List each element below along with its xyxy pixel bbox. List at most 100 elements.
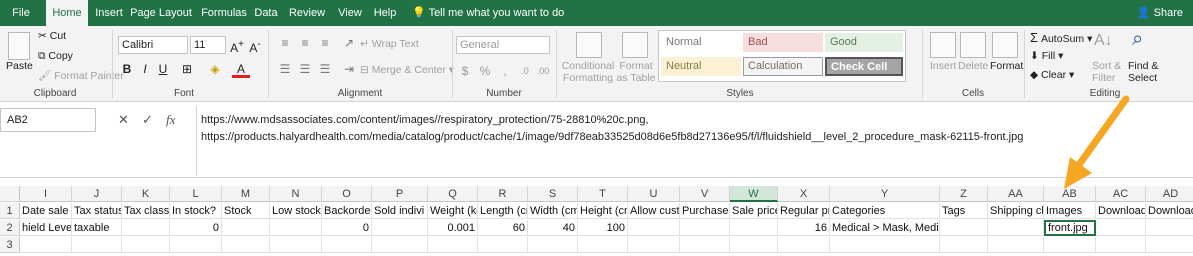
autosum-button[interactable]: Σ AutoSum ▾ <box>1030 30 1092 45</box>
column-header-m[interactable]: M <box>222 186 270 202</box>
cell-aa1[interactable]: Shipping cl <box>988 203 1044 219</box>
column-header-y[interactable]: Y <box>830 186 940 202</box>
column-header-i[interactable]: I <box>20 186 72 202</box>
tab-insert[interactable]: Insert <box>90 0 128 26</box>
cell-ad3[interactable] <box>1146 237 1193 253</box>
cell-q3[interactable] <box>428 237 478 253</box>
cell-y2[interactable]: Medical > Mask, Medical <box>830 220 940 236</box>
currency-icon[interactable]: $ <box>456 62 474 80</box>
cell-o1[interactable]: Backorder <box>322 203 372 219</box>
cell-u2[interactable] <box>628 220 680 236</box>
cell-s2[interactable]: 40 <box>528 220 578 236</box>
cell-ac1[interactable]: Download <box>1096 203 1146 219</box>
cell-ad2[interactable] <box>1146 220 1193 236</box>
conditional-formatting-icon[interactable] <box>576 32 602 58</box>
cell-ad1[interactable]: Download <box>1146 203 1193 219</box>
row-header-3[interactable]: 3 <box>0 237 20 253</box>
underline-button[interactable]: U <box>154 60 172 78</box>
formula-input[interactable]: https://www.mdsassociates.com/content/im… <box>196 106 1186 176</box>
insert-cells-button[interactable]: Insert <box>930 60 956 72</box>
cell-z2[interactable] <box>940 220 988 236</box>
column-header-v[interactable]: V <box>680 186 730 202</box>
cell-p3[interactable] <box>372 237 428 253</box>
cell-u3[interactable] <box>628 237 680 253</box>
select-all-corner[interactable] <box>0 186 20 202</box>
cell-r1[interactable]: Length (cm <box>478 203 528 219</box>
increase-decimal-icon[interactable]: .0 <box>516 62 534 80</box>
conditional-formatting-button[interactable]: Conditional Formatting <box>560 60 616 84</box>
style-calculation[interactable]: Calculation <box>743 57 823 76</box>
increase-font-icon[interactable]: A+ <box>228 36 246 55</box>
cell-w3[interactable] <box>730 237 778 253</box>
orientation-icon[interactable]: ↗ <box>340 34 358 52</box>
cell-v2[interactable] <box>680 220 730 236</box>
cell-ab1[interactable]: Images <box>1044 203 1096 219</box>
borders-icon[interactable]: ⊞ <box>178 60 196 78</box>
italic-button[interactable]: I <box>136 60 154 78</box>
tab-formulas[interactable]: Formulas <box>195 0 253 26</box>
decrease-font-icon[interactable]: A- <box>246 36 264 55</box>
cell-p2[interactable] <box>372 220 428 236</box>
column-header-o[interactable]: O <box>322 186 372 202</box>
tell-me-search[interactable]: 💡 Tell me what you want to do <box>412 0 564 26</box>
cell-t2[interactable]: 100 <box>578 220 628 236</box>
column-header-s[interactable]: S <box>528 186 578 202</box>
name-box[interactable]: AB2 <box>0 108 96 132</box>
cell-r2[interactable]: 60 <box>478 220 528 236</box>
cell-z1[interactable]: Tags <box>940 203 988 219</box>
sort-filter-button[interactable]: Sort & Filter <box>1092 60 1126 84</box>
column-header-n[interactable]: N <box>270 186 322 202</box>
cell-s1[interactable]: Width (cm <box>528 203 578 219</box>
cell-y1[interactable]: Categories <box>830 203 940 219</box>
cell-n3[interactable] <box>270 237 322 253</box>
comma-icon[interactable]: , <box>496 62 514 80</box>
cell-x1[interactable]: Regular pr <box>778 203 830 219</box>
column-header-t[interactable]: T <box>578 186 628 202</box>
fill-color-icon[interactable]: ◈ <box>206 60 224 78</box>
column-header-w[interactable]: W <box>730 186 778 202</box>
style-check-cell[interactable]: Check Cell <box>825 57 903 76</box>
format-as-table-button[interactable]: Format as Table <box>614 60 658 84</box>
cut-button[interactable]: ✂ Cut <box>38 30 66 42</box>
cell-ac2[interactable] <box>1096 220 1146 236</box>
cell-l1[interactable]: In stock? <box>170 203 222 219</box>
cell-i2[interactable]: hield Level <box>20 220 72 236</box>
delete-cells-button[interactable]: Delete <box>958 60 988 72</box>
column-header-p[interactable]: P <box>372 186 428 202</box>
cell-ab3[interactable] <box>1044 237 1096 253</box>
merge-center-button[interactable]: ⊟ Merge & Center ▾ <box>360 64 454 76</box>
row-header-1[interactable]: 1 <box>0 203 20 219</box>
tab-data[interactable]: Data <box>253 0 279 26</box>
cell-s3[interactable] <box>528 237 578 253</box>
tab-file[interactable]: File <box>0 0 42 26</box>
number-format-dropdown[interactable]: General <box>456 36 550 54</box>
align-top-icon[interactable]: ≡ <box>276 34 294 52</box>
insert-cells-icon[interactable] <box>930 32 956 58</box>
indent-icon[interactable]: ⇥ <box>340 60 358 78</box>
delete-cells-icon[interactable] <box>960 32 986 58</box>
cell-o2[interactable]: 0 <box>322 220 372 236</box>
enter-icon[interactable]: ✓ <box>142 112 153 128</box>
font-size-dropdown[interactable]: 11 <box>190 36 226 54</box>
cell-u1[interactable]: Allow cust <box>628 203 680 219</box>
cell-x3[interactable] <box>778 237 830 253</box>
style-normal[interactable]: Normal <box>661 33 741 52</box>
cell-n2[interactable] <box>270 220 322 236</box>
tab-help[interactable]: Help <box>370 0 400 26</box>
tab-review[interactable]: Review <box>287 0 327 26</box>
column-header-ab[interactable]: AB <box>1044 186 1096 202</box>
column-header-x[interactable]: X <box>778 186 830 202</box>
cell-k3[interactable] <box>122 237 170 253</box>
cell-n1[interactable]: Low stock <box>270 203 322 219</box>
cell-x2[interactable]: 16 <box>778 220 830 236</box>
clear-button[interactable]: ◆ Clear ▾ <box>1030 69 1074 81</box>
align-middle-icon[interactable]: ≡ <box>296 34 314 52</box>
cell-aa3[interactable] <box>988 237 1044 253</box>
cell-v1[interactable]: Purchase n <box>680 203 730 219</box>
cell-l3[interactable] <box>170 237 222 253</box>
cell-p1[interactable]: Sold indivi <box>372 203 428 219</box>
percent-icon[interactable]: % <box>476 62 494 80</box>
cell-i3[interactable] <box>20 237 72 253</box>
cell-j1[interactable]: Tax status <box>72 203 122 219</box>
tab-view[interactable]: View <box>335 0 365 26</box>
